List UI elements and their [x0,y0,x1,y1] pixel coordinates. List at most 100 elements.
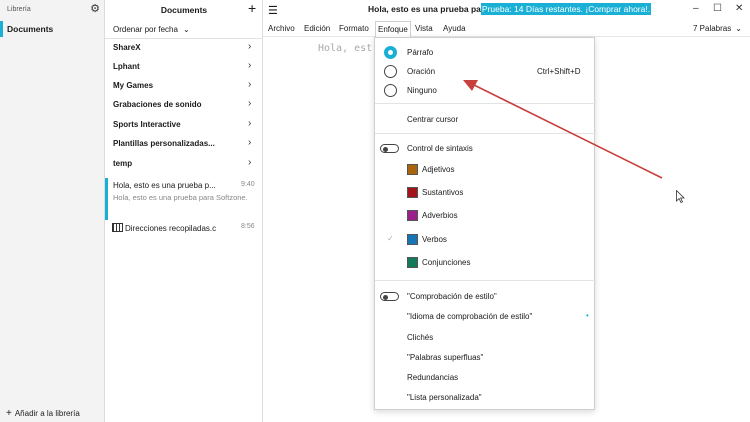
style-custom-list-item[interactable]: "Lista personalizada" [375,388,596,407]
hamburger-icon[interactable]: ☰ [268,4,278,17]
documents-title: Documents [160,5,208,15]
mouse-pointer-icon [676,190,685,203]
minimize-icon[interactable]: – [693,3,699,14]
plus-icon: + [6,408,12,419]
radio-icon [384,84,397,97]
document-item-selected[interactable]: Hola, esto es una prueba p... 9:40 Hola,… [105,178,263,220]
menu-divider [375,280,596,281]
close-icon[interactable]: ✕ [735,3,743,14]
menu-bar: Archivo Edición Formato Enfoque Vista Ay… [263,20,750,37]
color-swatch [407,164,418,175]
menu-edicion[interactable]: Edición [304,24,330,33]
syntax-adverbs[interactable]: Adverbios [375,206,596,225]
library-item-documents[interactable]: Documents [0,20,105,38]
radio-selected-icon [384,46,397,59]
focus-mode-none[interactable]: Ninguno [375,81,596,100]
new-document-button[interactable]: + [248,1,256,15]
menu-item-label: "Palabras superfluas" [407,353,484,362]
document-preview: Hola, esto es una prueba para Softzone. [113,193,248,202]
document-item[interactable]: Direcciones recopiladas.c 8:56 [105,220,263,240]
folder-label: Lphant [113,62,140,71]
menu-item-label: Centrar cursor [407,115,459,124]
folder-item[interactable]: Lphant › [105,58,263,77]
menu-item-label: "Idioma de comprobación de estilo" [407,312,533,321]
word-count-dropdown[interactable]: 7 Palabras ⌄ [693,24,742,33]
style-redundancies-item[interactable]: Redundancias [375,368,596,387]
folder-item[interactable]: Grabaciones de sonido › [105,96,263,115]
folder-item[interactable]: My Games › [105,77,263,96]
chevron-right-icon: › [248,157,252,168]
folder-item[interactable]: temp › [105,155,263,174]
syntax-control-toggle[interactable]: Control de sintaxis [375,139,596,158]
chevron-down-icon: ⌄ [182,25,190,34]
chevron-down-icon: ⌄ [735,24,742,33]
document-text[interactable]: Hola, est [318,43,372,54]
syntax-nouns[interactable]: Sustantivos [375,183,596,202]
style-cliches-item[interactable]: Clichés [375,328,596,347]
library-item-label: Documents [7,24,54,34]
folder-label: My Games [113,81,154,90]
chevron-right-icon: › [248,98,252,109]
menu-vista[interactable]: Vista [415,24,433,33]
selection-indicator [0,21,3,37]
documents-pane: Documents + Ordenar por fecha ⌄ ShareX › L… [105,0,263,422]
toggle-switch[interactable] [380,144,399,153]
add-to-library-button[interactable]: + Añadir a la librería [6,408,80,419]
word-count-label: 7 Palabras [693,24,732,33]
center-cursor-item[interactable]: Centrar cursor [375,110,596,129]
focus-menu: Párrafo Oración Ctrl+Shift+D Ninguno Cen… [374,37,596,410]
menu-item-label: Sustantivos [422,188,464,197]
menu-formato[interactable]: Formato [339,24,369,33]
focus-mode-sentence[interactable]: Oración Ctrl+Shift+D [375,62,596,81]
focus-mode-paragraph[interactable]: Párrafo [375,43,596,62]
style-check-toggle[interactable]: "Comprobación de estilo" [375,287,596,306]
sort-dropdown[interactable]: Ordenar por fecha ⌄ [113,25,190,34]
color-swatch [407,187,418,198]
syntax-conjunctions[interactable]: Conjunciones [375,253,596,272]
add-to-library-label: Añadir a la librería [14,409,80,418]
color-swatch [407,257,418,268]
folder-item[interactable]: ShareX › [105,39,263,58]
folder-label: Sports Interactive [113,120,181,129]
menu-divider [375,103,596,104]
menu-item-label: Ninguno [407,86,437,95]
menu-item-label: "Comprobación de estilo" [407,292,497,301]
spreadsheet-icon [112,223,123,232]
menu-divider [375,133,596,134]
chevron-right-icon: › [248,41,252,52]
radio-icon [384,65,397,78]
gear-icon[interactable]: ⚙ [89,3,101,15]
folder-item[interactable]: Plantillas personalizadas... › [105,135,263,154]
library-pane: Librería ⚙ Documents + Añadir a la librer… [0,0,105,422]
menu-item-label: Control de sintaxis [407,144,473,153]
trial-banner-link[interactable]: Prueba: 14 Días restantes. ¡Comprar ahor… [480,3,652,15]
syntax-adjectives[interactable]: Adjetivos [375,160,596,179]
menu-item-label: Conjunciones [422,258,471,267]
document-title: Hola, esto es una prueba p... [113,181,216,190]
menu-item-label: Párrafo [407,48,434,57]
menu-item-label: Oración [407,67,436,76]
folder-label: Plantillas personalizadas... [113,139,215,148]
window-title: Hola, esto es una prueba paPrueba: 14 Dí… [368,3,652,15]
chevron-right-icon: › [248,60,252,71]
syntax-verbs[interactable]: ✓ Verbos [375,230,596,249]
toggle-switch[interactable] [380,292,399,301]
menu-ayuda[interactable]: Ayuda [443,24,466,33]
color-swatch [407,234,418,245]
menu-item-label: Verbos [422,235,447,244]
maximize-icon[interactable]: ☐ [713,3,722,14]
sort-label: Ordenar por fecha [113,25,178,34]
color-swatch [407,210,418,221]
menu-archivo[interactable]: Archivo [268,24,295,33]
folder-label: temp [113,159,133,168]
document-title-row: Direcciones recopiladas.c [112,223,216,233]
style-language-item[interactable]: "Idioma de comprobación de estilo" • [375,307,596,326]
menu-enfoque[interactable]: Enfoque [375,21,411,37]
folder-item[interactable]: Sports Interactive › [105,116,263,135]
menu-item-label: Adjetivos [422,165,455,174]
shortcut-label: Ctrl+Shift+D [537,67,581,76]
document-title: Direcciones recopiladas.c [125,224,217,233]
chevron-right-icon: › [248,118,252,129]
chevron-right-icon: › [248,137,252,148]
style-filler-words-item[interactable]: "Palabras superfluas" [375,348,596,367]
